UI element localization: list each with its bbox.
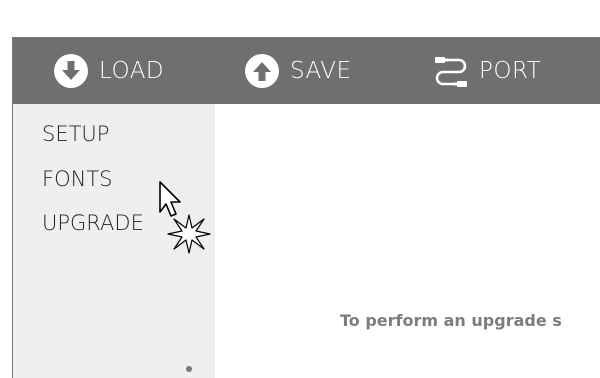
click-burst-icon [167,214,211,254]
sidebar-item-fonts[interactable]: FONTS [42,167,112,191]
sidebar-item-setup[interactable]: SETUP [42,122,109,146]
port-label: PORT [479,58,542,84]
upload-circle-icon [244,53,280,89]
download-circle-icon [53,53,89,89]
upgrade-instruction-text: To perform an upgrade s [340,311,562,330]
cable-connector-icon [433,53,469,89]
load-label: LOAD [99,58,165,84]
port-button[interactable]: PORT [433,38,541,104]
save-label: SAVE [290,58,352,84]
bullet-dot [186,366,192,372]
save-button[interactable]: SAVE [244,38,352,104]
toolbar: LOAD SAVE PORT [13,38,600,104]
load-button[interactable]: LOAD [53,38,164,104]
sidebar-item-upgrade[interactable]: UPGRADE [42,211,144,235]
